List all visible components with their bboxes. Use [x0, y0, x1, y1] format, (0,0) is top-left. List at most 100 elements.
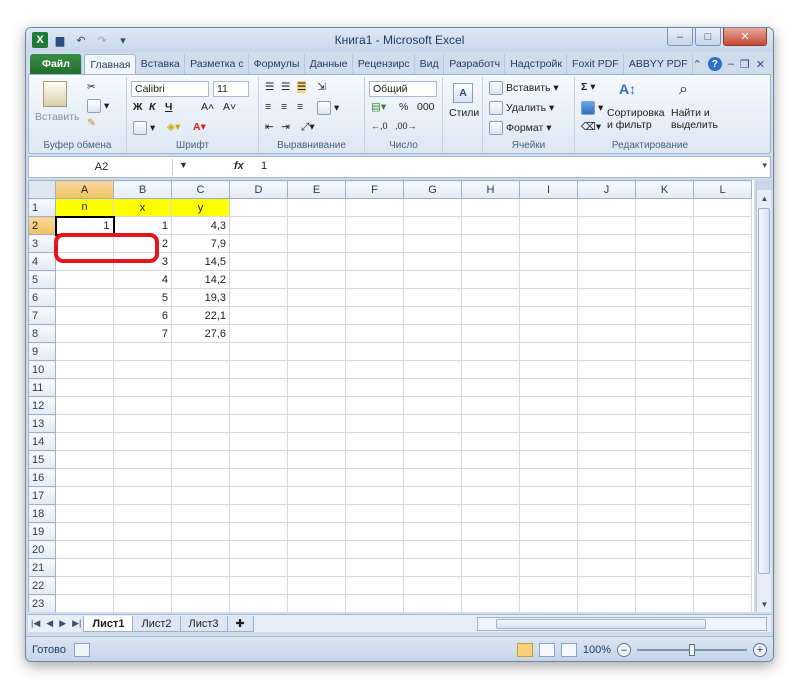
row-header[interactable]: 20 [28, 540, 56, 559]
cell-b9[interactable] [113, 342, 172, 361]
align-left-icon[interactable]: ≡ [265, 101, 271, 113]
cell-a17[interactable] [55, 486, 114, 505]
sheet-tab-3[interactable]: Лист3 [179, 615, 228, 632]
tab-addins[interactable]: Надстройк [505, 54, 568, 74]
column-header-b[interactable]: B [113, 180, 172, 199]
row-header[interactable]: 17 [28, 486, 56, 505]
cell-i18[interactable] [519, 504, 578, 523]
cell-d15[interactable] [229, 450, 288, 469]
row-header[interactable]: 4 [28, 252, 56, 271]
cell-f1[interactable] [345, 198, 404, 217]
cut-icon[interactable]: ✂ [87, 81, 96, 93]
row-header[interactable]: 9 [28, 342, 56, 361]
cell-f17[interactable] [345, 486, 404, 505]
first-sheet-icon[interactable]: |◀ [28, 618, 43, 629]
cell-l15[interactable] [693, 450, 752, 469]
binoculars-icon[interactable]: ⌕ [679, 81, 688, 99]
cell-c1[interactable]: y [171, 198, 230, 217]
row-header[interactable]: 19 [28, 522, 56, 541]
row-header[interactable]: 18 [28, 504, 56, 523]
cell-e9[interactable] [287, 342, 346, 361]
cell-a21[interactable] [55, 558, 114, 577]
row-header[interactable]: 5 [28, 270, 56, 289]
currency-icon[interactable]: ▤▾ [371, 101, 386, 113]
cell-i11[interactable] [519, 378, 578, 397]
cell-a5[interactable] [55, 270, 114, 289]
cell-c17[interactable] [171, 486, 230, 505]
row-header[interactable]: 15 [28, 450, 56, 469]
bold-button[interactable]: Ж [133, 101, 143, 113]
cell-a9[interactable] [55, 342, 114, 361]
cell-h16[interactable] [461, 468, 520, 487]
row-header[interactable]: 10 [28, 360, 56, 379]
row-header[interactable]: 6 [28, 288, 56, 307]
cell-k1[interactable] [635, 198, 694, 217]
format-cells-button[interactable]: Формат ▾ [489, 121, 552, 135]
cell-f15[interactable] [345, 450, 404, 469]
cell-l20[interactable] [693, 540, 752, 559]
cell-i8[interactable] [519, 324, 578, 343]
cell-g23[interactable] [403, 594, 462, 612]
cell-i3[interactable] [519, 234, 578, 253]
cell-g19[interactable] [403, 522, 462, 541]
cell-k10[interactable] [635, 360, 694, 379]
cell-h1[interactable] [461, 198, 520, 217]
cell-k19[interactable] [635, 522, 694, 541]
scroll-down-icon[interactable]: ▼ [757, 597, 772, 612]
cell-k2[interactable] [635, 216, 694, 235]
thousands-button[interactable]: 000 [417, 101, 435, 113]
cell-d4[interactable] [229, 252, 288, 271]
cell-a15[interactable] [55, 450, 114, 469]
find-select-label[interactable]: Найти и [671, 107, 710, 119]
cell-j14[interactable] [577, 432, 636, 451]
cell-f10[interactable] [345, 360, 404, 379]
cell-i12[interactable] [519, 396, 578, 415]
cell-d14[interactable] [229, 432, 288, 451]
cell-i16[interactable] [519, 468, 578, 487]
column-header-h[interactable]: H [461, 180, 520, 199]
cell-l14[interactable] [693, 432, 752, 451]
cell-e1[interactable] [287, 198, 346, 217]
cell-l19[interactable] [693, 522, 752, 541]
cell-h14[interactable] [461, 432, 520, 451]
zoom-in-button[interactable]: + [753, 642, 767, 657]
horizontal-scrollbar[interactable] [477, 616, 767, 631]
cell-k21[interactable] [635, 558, 694, 577]
cell-g15[interactable] [403, 450, 462, 469]
cell-h23[interactable] [461, 594, 520, 612]
wrap-text-icon[interactable]: ⇲ [317, 81, 326, 93]
cell-l12[interactable] [693, 396, 752, 415]
cell-i15[interactable] [519, 450, 578, 469]
cell-b2[interactable]: 1 [113, 216, 172, 235]
cell-i7[interactable] [519, 306, 578, 325]
cell-b21[interactable] [113, 558, 172, 577]
cell-b15[interactable] [113, 450, 172, 469]
row-header[interactable]: 13 [28, 414, 56, 433]
cell-b11[interactable] [113, 378, 172, 397]
cell-b6[interactable]: 5 [113, 288, 172, 307]
cell-h17[interactable] [461, 486, 520, 505]
cell-h18[interactable] [461, 504, 520, 523]
cell-h3[interactable] [461, 234, 520, 253]
cell-d19[interactable] [229, 522, 288, 541]
cell-j9[interactable] [577, 342, 636, 361]
cell-g3[interactable] [403, 234, 462, 253]
row-header[interactable]: 2 [28, 216, 56, 235]
orientation-icon[interactable]: ⤢▾ [301, 121, 315, 134]
cell-f14[interactable] [345, 432, 404, 451]
cell-a11[interactable] [55, 378, 114, 397]
cell-k15[interactable] [635, 450, 694, 469]
tab-page-layout[interactable]: Разметка с [185, 54, 249, 74]
align-middle-icon[interactable]: ☰ [281, 81, 290, 93]
cell-j22[interactable] [577, 576, 636, 595]
cell-d6[interactable] [229, 288, 288, 307]
cell-d9[interactable] [229, 342, 288, 361]
cell-h13[interactable] [461, 414, 520, 433]
cell-f20[interactable] [345, 540, 404, 559]
cell-b10[interactable] [113, 360, 172, 379]
tab-file[interactable]: Файл [30, 54, 83, 74]
cell-f12[interactable] [345, 396, 404, 415]
grow-font-button[interactable]: A˄ [201, 101, 214, 113]
cell-l8[interactable] [693, 324, 752, 343]
column-header-d[interactable]: D [229, 180, 288, 199]
